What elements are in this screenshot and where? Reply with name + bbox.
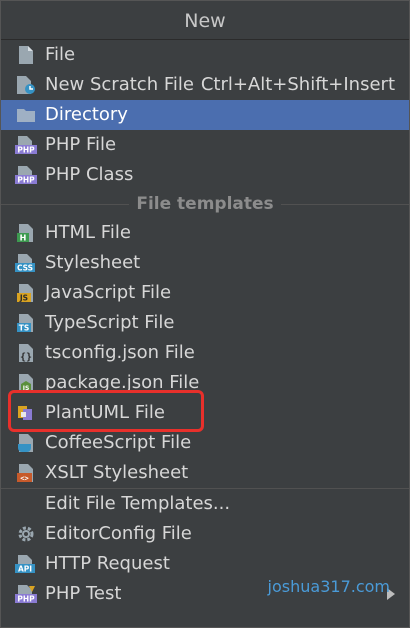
menu-item-label: PHP File xyxy=(45,134,117,155)
js-file-icon: JS xyxy=(15,283,37,303)
menu-item-plantuml-file[interactable]: PlantUML File xyxy=(1,398,409,428)
menu-item-new-scratch-file[interactable]: New Scratch File Ctrl+Alt+Shift+Insert xyxy=(1,70,409,100)
menu-item-label: JavaScript File xyxy=(45,282,172,303)
svg-text:PHP: PHP xyxy=(17,176,35,185)
menu-item-label: PlantUML File xyxy=(45,402,165,423)
menu-item-html-file[interactable]: H HTML File xyxy=(1,218,409,248)
menu-item-label: HTTP Request xyxy=(45,553,170,574)
svg-text:JS: JS xyxy=(22,385,30,392)
menu-item-http-request[interactable]: API HTTP Request xyxy=(1,549,409,579)
section-header-file-templates: File templates xyxy=(1,190,409,218)
svg-text:{}: {} xyxy=(20,352,32,363)
menu-item-label: package.json File xyxy=(45,372,200,393)
svg-text:API: API xyxy=(18,565,32,574)
menu-item-label: Edit File Templates... xyxy=(45,493,231,514)
menu-item-label: TypeScript File xyxy=(45,312,175,333)
menu-item-label: XSLT Stylesheet xyxy=(45,462,189,483)
menu-item-label: EditorConfig File xyxy=(45,523,192,544)
menu-item-label: New Scratch File xyxy=(45,74,194,95)
svg-text:TS: TS xyxy=(19,324,30,333)
menu-item-label: PHP Test xyxy=(45,583,122,604)
menu-item-file[interactable]: File xyxy=(1,40,409,70)
watermark-text: joshua317.com xyxy=(267,577,390,596)
menu-item-label: HTML File xyxy=(45,222,131,243)
menu-item-typescript-file[interactable]: TS TypeScript File xyxy=(1,308,409,338)
menu-item-label: tsconfig.json File xyxy=(45,342,195,363)
svg-text:<>: <> xyxy=(20,475,28,483)
coffeescript-file-icon xyxy=(15,433,37,453)
menu-item-label: Stylesheet xyxy=(45,252,141,273)
menu-item-coffeescript-file[interactable]: CoffeeScript File xyxy=(1,428,409,458)
menu-item-tsconfig-json-file[interactable]: {} tsconfig.json File xyxy=(1,338,409,368)
menu-item-edit-file-templates[interactable]: Edit File Templates... xyxy=(1,489,409,519)
menu-item-editorconfig-file[interactable]: EditorConfig File xyxy=(1,519,409,549)
menu-item-php-file[interactable]: PHP PHP File xyxy=(1,130,409,160)
menu-item-label: PHP Class xyxy=(45,164,134,185)
menu-item-directory[interactable]: Directory xyxy=(1,100,409,130)
package-json-icon: JS xyxy=(15,373,37,393)
popup-title: New xyxy=(1,1,409,40)
svg-text:CSS: CSS xyxy=(17,264,33,273)
file-icon xyxy=(15,45,37,65)
xslt-file-icon: <> xyxy=(15,463,37,483)
plantuml-file-icon xyxy=(15,403,37,423)
folder-icon xyxy=(15,105,37,125)
menu-item-label: CoffeeScript File xyxy=(45,432,192,453)
menu-item-php-class[interactable]: PHP PHP Class xyxy=(1,160,409,190)
menu-item-xslt-stylesheet[interactable]: <> XSLT Stylesheet xyxy=(1,458,409,488)
css-file-icon: CSS xyxy=(15,253,37,273)
php-class-icon: PHP xyxy=(15,165,37,185)
menu-item-label: File xyxy=(45,44,76,65)
shortcut-label: Ctrl+Alt+Shift+Insert xyxy=(200,74,395,95)
tsconfig-file-icon: {} xyxy=(15,343,37,363)
menu-item-stylesheet[interactable]: CSS Stylesheet xyxy=(1,248,409,278)
menu-item-javascript-file[interactable]: JS JavaScript File xyxy=(1,278,409,308)
api-icon: API xyxy=(15,554,37,574)
ts-file-icon: TS xyxy=(15,313,37,333)
svg-text:PHP: PHP xyxy=(17,146,35,155)
gear-icon xyxy=(15,524,37,544)
svg-text:PHP: PHP xyxy=(17,595,35,604)
php-file-icon: PHP xyxy=(15,135,37,155)
new-file-popup: New File New Scratch File Ctrl+Alt+Shift… xyxy=(0,0,410,628)
svg-text:JS: JS xyxy=(19,294,28,303)
php-test-icon: PHP xyxy=(15,584,37,604)
menu-item-label: Directory xyxy=(45,104,128,125)
svg-text:H: H xyxy=(20,234,27,243)
scratch-file-icon xyxy=(15,75,37,95)
html-file-icon: H xyxy=(15,223,37,243)
menu-item-package-json-file[interactable]: JS package.json File xyxy=(1,368,409,398)
